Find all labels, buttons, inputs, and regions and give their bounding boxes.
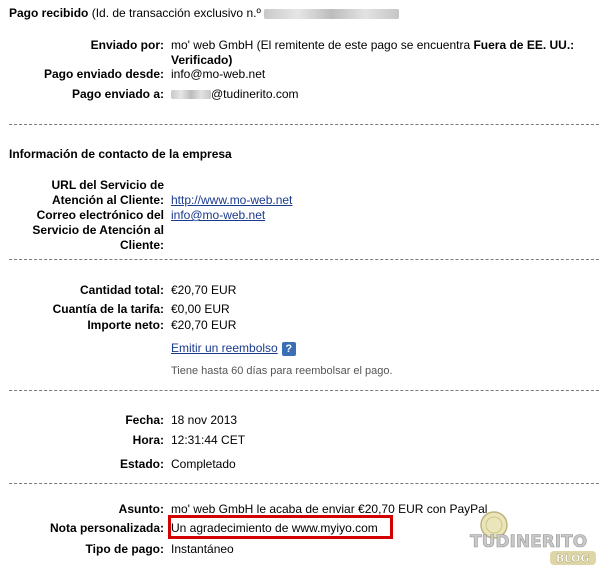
sent-from-value: info@mo-web.net [171,67,266,81]
sent-to-value: @tudinerito.com [171,87,299,102]
note-highlight-box [168,515,393,539]
total-amount-label: Cantidad total: [80,283,164,297]
service-url-label: URL del Servicio de Atención al Cliente: [51,178,164,207]
page-header: Pago recibido (Id. de transacción exclus… [9,6,400,21]
status-value: Completado [171,457,236,471]
page-title: Pago recibido [9,6,89,20]
date-label: Fecha: [125,413,164,427]
sent-by-name: mo' web GmbH [171,38,254,52]
total-amount-value: €20,70 EUR [171,283,237,297]
fee-value: €0,00 EUR [171,302,230,316]
sent-by-label: Enviado por: [90,38,164,52]
recipient-redacted [171,90,211,100]
time-value: 12:31:44 CET [171,433,246,447]
service-email-link[interactable]: info@mo-web.net [171,208,265,223]
service-url-link[interactable]: http://www.mo-web.net [171,193,292,208]
payment-detail-page: Pago recibido (Id. de transacción exclus… [0,0,602,571]
sent-by-value: mo' web GmbH (El remitente de este pago … [171,38,591,68]
divider [9,124,599,125]
time-label: Hora: [132,433,164,447]
date-value: 18 nov 2013 [171,413,238,427]
help-icon[interactable]: ? [281,341,296,356]
refund-note: Tiene hasta 60 días para reembolsar el p… [171,365,393,377]
net-amount-label: Importe neto: [87,318,164,332]
logo-wordmark: TUDINERITO [470,532,587,552]
sent-by-note: (El remitente de este pago se encuentra [256,38,471,52]
sent-to-domain: @tudinerito.com [211,87,299,101]
sent-to-label: Pago enviado a: [71,87,164,101]
service-email-label: Correo electrónico del Servicio de Atenc… [32,208,164,252]
net-amount-value: €20,70 EUR [171,318,237,332]
issue-refund-link[interactable]: Emitir un reembolso [171,341,278,355]
logo-subtitle: BLOG [556,552,589,565]
tudinerito-blog-logo: TUDINERITO BLOG [470,511,596,565]
divider [9,259,599,260]
payment-type-label: Tipo de pago: [85,542,164,556]
payment-type-value: Instantáneo [171,542,234,556]
transaction-id-redacted [264,8,400,19]
sent-from-label: Pago enviado desde: [43,67,164,81]
transaction-id-prefix: (Id. de transacción exclusivo n.º [91,6,261,20]
refund-row: Emitir un reembolso? [171,341,296,356]
divider [9,483,599,484]
subject-label: Asunto: [118,502,164,516]
status-label: Estado: [119,457,164,471]
fee-label: Cuantía de la tarifa: [52,302,164,316]
custom-note-label: Nota personalizada: [49,521,164,535]
divider [9,390,599,391]
company-contact-title: Información de contacto de la empresa [9,147,232,161]
